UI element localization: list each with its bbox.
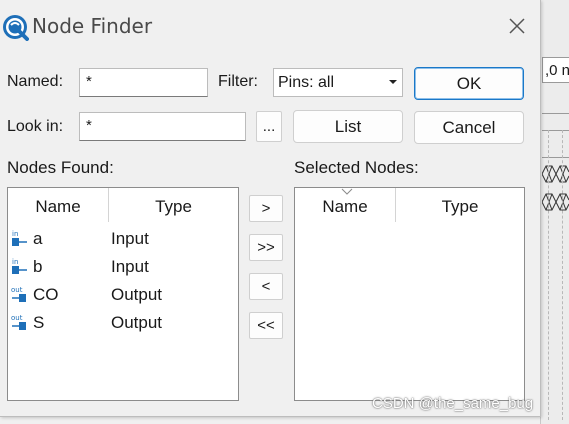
input-pin-icon: in: [12, 230, 27, 246]
remove-all-button[interactable]: <<: [249, 312, 283, 339]
filter-label: Filter:: [218, 73, 258, 90]
title-bar[interactable]: Node Finder: [0, 0, 540, 54]
background-waveform: [542, 193, 569, 211]
background-waveform: [542, 165, 569, 183]
node-finder-dialog: Node Finder Named: * Filter: Pins: all O…: [0, 0, 541, 417]
cancel-button[interactable]: Cancel: [414, 111, 524, 144]
node-type: Output: [111, 285, 163, 304]
look-in-label: Look in:: [7, 118, 64, 135]
node-name: S: [33, 313, 45, 332]
ok-button[interactable]: OK: [414, 67, 524, 100]
filter-select-value: Pins: all: [278, 74, 335, 91]
list-button[interactable]: List: [293, 110, 403, 143]
column-header-type[interactable]: Type: [109, 188, 238, 225]
node-row[interactable]: in a Input: [8, 226, 238, 254]
output-pin-icon: out: [11, 286, 26, 302]
dialog-title: Node Finder: [32, 14, 153, 38]
node-type: Output: [111, 313, 163, 332]
column-header-name[interactable]: Name: [8, 188, 108, 225]
quartus-app-icon: [3, 15, 29, 41]
nodes-found-label: Nodes Found:: [7, 158, 114, 177]
close-button[interactable]: [500, 9, 534, 43]
background-grid-line: [542, 157, 569, 158]
node-name: b: [33, 257, 43, 276]
node-row[interactable]: in b Input: [8, 254, 238, 282]
nodes-found-list[interactable]: Name Type in a Input in b Input out CO O…: [7, 187, 239, 401]
node-type: Input: [111, 257, 149, 276]
background-grid-dash: [548, 130, 549, 420]
pin-icon-text: in: [12, 230, 18, 238]
input-pin-icon: in: [12, 258, 27, 274]
named-input[interactable]: *: [79, 68, 208, 97]
pin-icon-text: out: [11, 286, 23, 294]
add-selected-button[interactable]: >: [249, 195, 283, 222]
node-row[interactable]: out CO Output: [8, 282, 238, 310]
background-grid-line: [542, 113, 569, 114]
column-header-name[interactable]: Name: [295, 188, 395, 225]
node-name: CO: [33, 285, 59, 304]
node-type: Input: [111, 229, 149, 248]
named-label: Named:: [7, 73, 64, 90]
output-pin-icon: out: [11, 314, 26, 330]
pin-icon-text: in: [12, 258, 18, 266]
background-grid-dash: [562, 130, 563, 420]
node-row[interactable]: out S Output: [8, 310, 238, 338]
selected-nodes-list[interactable]: Name Type: [294, 187, 525, 401]
look-in-input[interactable]: *: [79, 112, 246, 141]
selected-nodes-label: Selected Nodes:: [294, 158, 419, 177]
node-name: a: [33, 229, 43, 248]
watermark: CSDN @the_same_bug: [372, 395, 534, 412]
nodes-found-header: Name Type: [8, 188, 238, 225]
close-icon: [509, 18, 525, 34]
chevron-down-icon: [389, 80, 397, 84]
pin-icon-text: out: [11, 314, 23, 322]
filter-select[interactable]: Pins: all: [273, 68, 403, 97]
remove-selected-button[interactable]: <: [249, 273, 283, 300]
browse-button[interactable]: ...: [256, 111, 282, 142]
selected-nodes-header: Name Type: [295, 188, 524, 225]
add-all-button[interactable]: >>: [249, 234, 283, 261]
background-time-field: ,0 n: [542, 57, 569, 83]
column-header-type[interactable]: Type: [396, 188, 524, 225]
background-grid-line: [542, 130, 569, 131]
